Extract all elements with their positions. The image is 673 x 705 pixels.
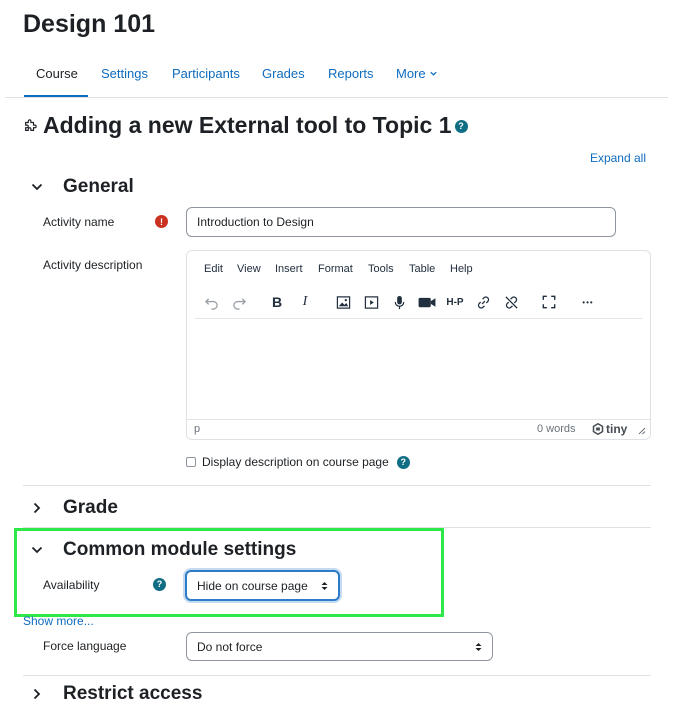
tab-participants[interactable]: Participants xyxy=(172,66,240,81)
select-arrows-icon xyxy=(475,642,482,652)
chevron-right-icon xyxy=(33,502,41,514)
unlink-icon[interactable] xyxy=(500,291,522,313)
section-grade-title: Grade xyxy=(63,497,118,518)
display-description-checkbox[interactable] xyxy=(186,457,196,467)
tab-grades[interactable]: Grades xyxy=(262,66,305,81)
more-icon[interactable]: ••• xyxy=(577,291,599,313)
fullscreen-icon[interactable] xyxy=(538,291,560,313)
video-camera-icon[interactable] xyxy=(416,291,438,313)
activity-name-label: Activity name xyxy=(43,215,115,229)
page-heading: Adding a new External tool to Topic 1 ? xyxy=(23,112,468,139)
section-divider xyxy=(23,485,651,486)
editor-menu-insert[interactable]: Insert xyxy=(275,263,303,275)
resize-handle-icon[interactable] xyxy=(638,427,646,435)
image-icon[interactable] xyxy=(332,291,354,313)
microphone-icon[interactable] xyxy=(388,291,410,313)
activity-description-editor: Edit View Insert Format Tools Table Help… xyxy=(186,250,651,440)
activity-description-label: Activity description xyxy=(43,258,143,272)
show-more-link[interactable]: Show more... xyxy=(23,614,94,628)
editor-element-path[interactable]: p xyxy=(194,423,200,435)
tiny-brand-icon xyxy=(592,423,604,435)
editor-menu-edit[interactable]: Edit xyxy=(204,263,223,275)
bold-icon[interactable]: B xyxy=(266,291,288,313)
section-general-title: General xyxy=(63,176,134,197)
chevron-right-icon xyxy=(33,688,41,700)
display-description-row: Display description on course page ? xyxy=(186,455,410,469)
editor-menu-help[interactable]: Help xyxy=(450,263,473,275)
highlight-annotation xyxy=(14,528,444,617)
section-general-toggle[interactable]: General xyxy=(31,176,134,198)
expand-all-link[interactable]: Expand all xyxy=(590,151,646,165)
link-icon[interactable] xyxy=(472,291,494,313)
editor-toolbar: B I H-P ••• xyxy=(187,291,650,313)
tiny-logo[interactable]: tiny xyxy=(592,422,627,436)
chevron-down-icon xyxy=(31,183,43,191)
tab-course[interactable]: Course xyxy=(36,66,78,81)
display-description-label[interactable]: Display description on course page xyxy=(202,455,389,469)
editor-content-area[interactable] xyxy=(187,321,650,419)
nav-divider xyxy=(5,97,668,98)
tab-reports[interactable]: Reports xyxy=(328,66,374,81)
undo-icon[interactable] xyxy=(200,291,222,313)
tab-more-label: More xyxy=(396,66,426,81)
editor-word-count[interactable]: 0 words xyxy=(537,423,576,435)
editor-statusbar: p 0 words tiny xyxy=(187,419,650,439)
page-heading-text: Adding a new External tool to Topic 1 xyxy=(43,112,452,138)
force-language-select[interactable]: Do not force xyxy=(186,632,493,661)
section-grade-toggle[interactable]: Grade xyxy=(31,497,118,519)
editor-menubar: Edit View Insert Format Tools Table Help xyxy=(187,263,650,279)
tab-more[interactable]: More xyxy=(396,66,438,81)
section-restrict-access-title: Restrict access xyxy=(63,683,203,704)
redo-icon[interactable] xyxy=(228,291,250,313)
force-language-label: Force language xyxy=(43,639,127,653)
course-title: Design 101 xyxy=(23,10,156,38)
activity-name-input[interactable]: Introduction to Design xyxy=(186,207,616,237)
help-icon[interactable]: ? xyxy=(454,120,468,133)
media-icon[interactable] xyxy=(360,291,382,313)
editor-menu-view[interactable]: View xyxy=(237,263,261,275)
section-divider xyxy=(23,675,651,676)
puzzle-piece-icon xyxy=(25,118,37,131)
chevron-down-icon xyxy=(429,71,437,76)
help-icon[interactable]: ? xyxy=(396,455,410,469)
h5p-icon[interactable]: H-P xyxy=(444,291,466,313)
required-icon: ! xyxy=(155,215,168,228)
tiny-logo-text: tiny xyxy=(606,422,628,436)
italic-icon[interactable]: I xyxy=(294,291,316,313)
force-language-value: Do not force xyxy=(197,639,263,654)
editor-menu-format[interactable]: Format xyxy=(318,263,353,275)
activity-name-value: Introduction to Design xyxy=(197,215,314,229)
course-nav-tabs: Course Settings Participants Grades Repo… xyxy=(24,55,668,98)
toolbar-divider xyxy=(195,318,642,319)
editor-menu-table[interactable]: Table xyxy=(409,263,435,275)
section-restrict-access-toggle[interactable]: Restrict access xyxy=(31,683,202,705)
editor-menu-tools[interactable]: Tools xyxy=(368,263,394,275)
tab-settings[interactable]: Settings xyxy=(101,66,148,81)
